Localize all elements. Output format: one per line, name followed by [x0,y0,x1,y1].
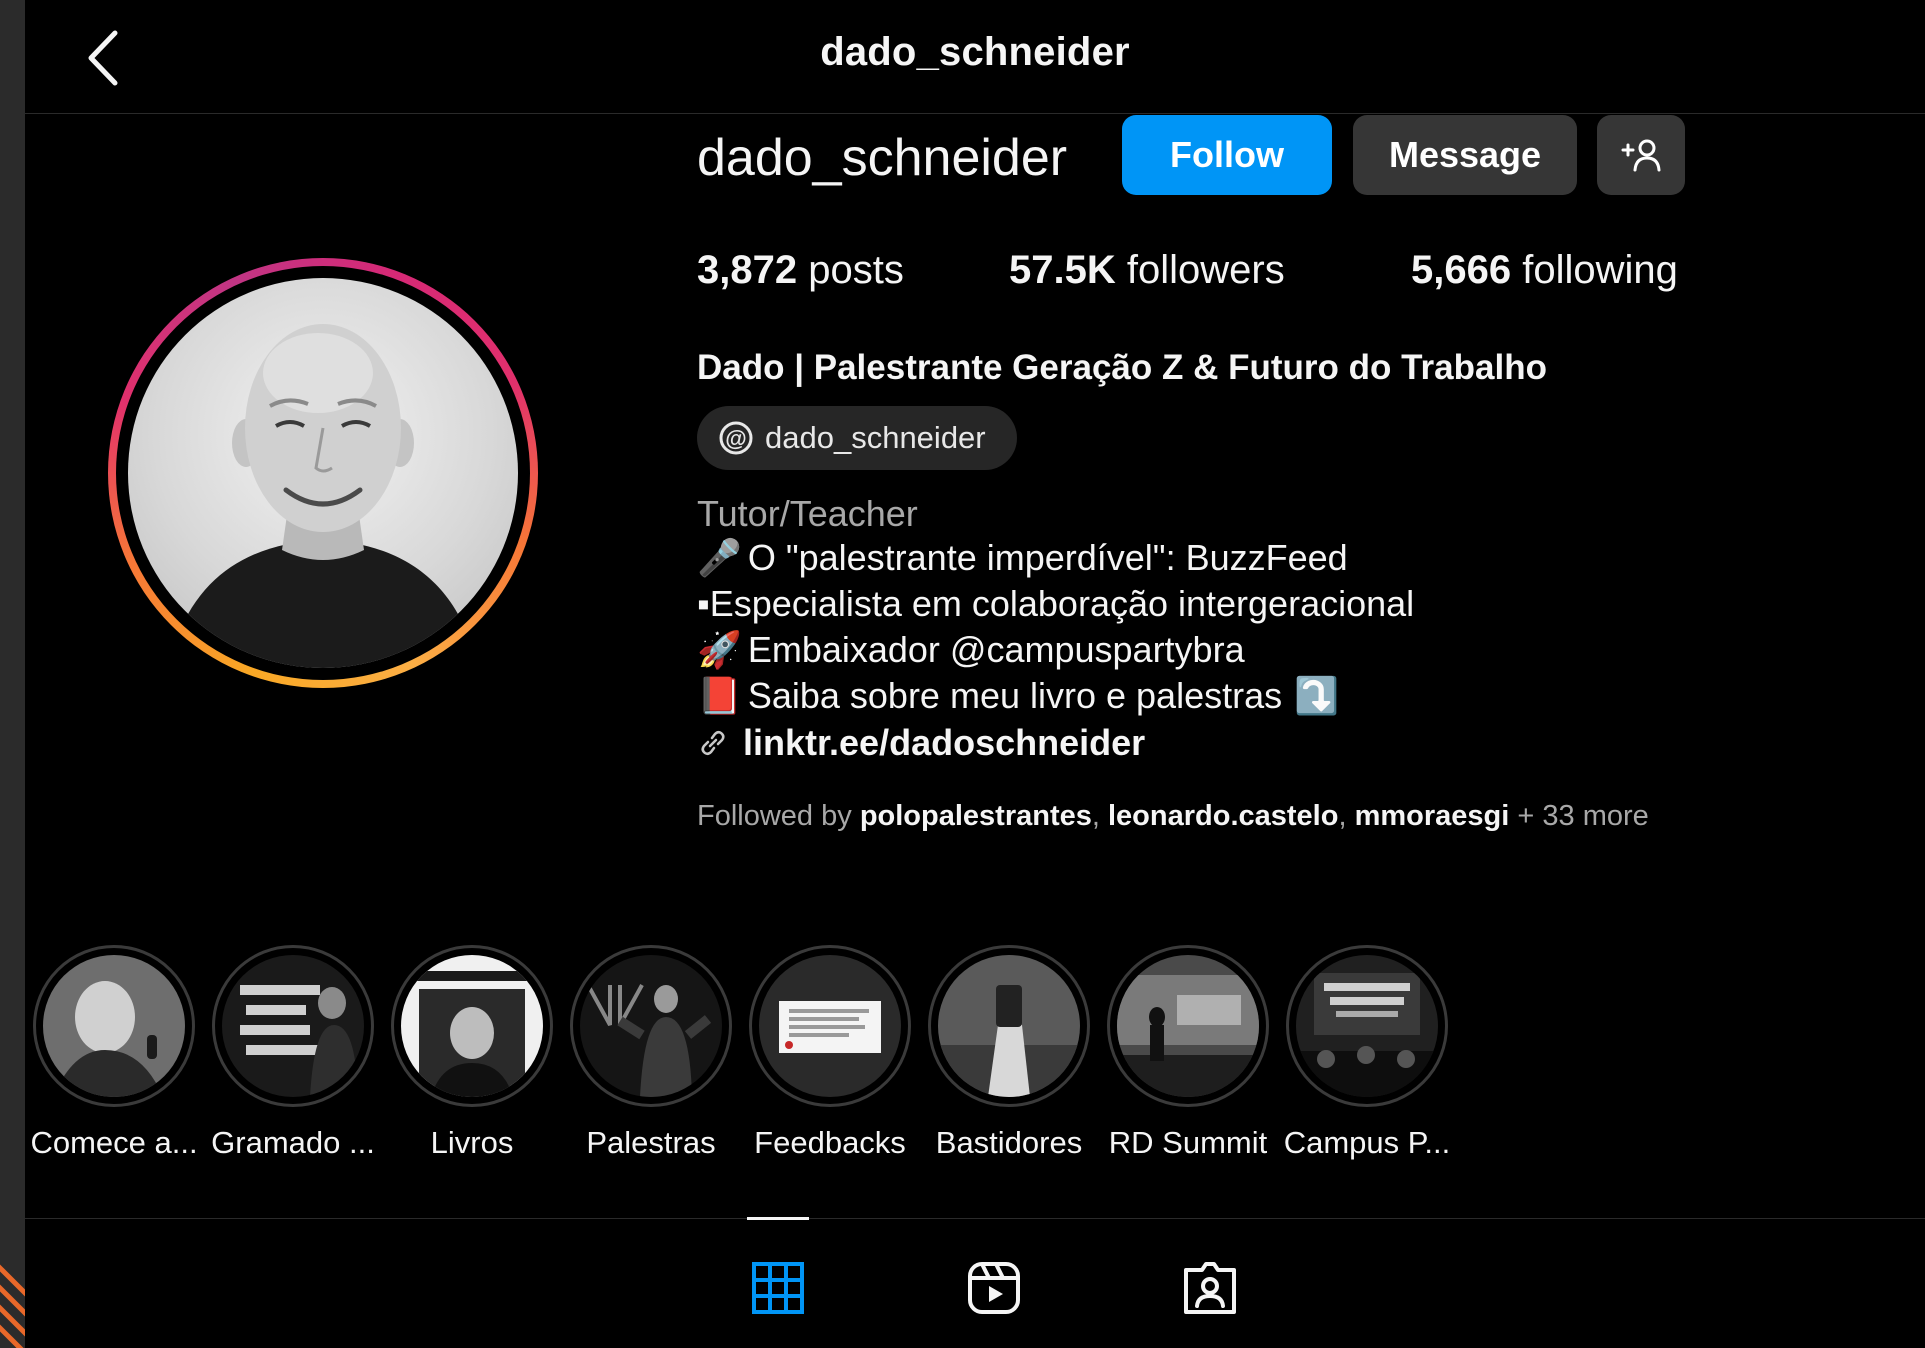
bio-text: Embaixador @campuspartybra [747,629,1245,670]
follower-name: leonardo.castelo [1108,800,1339,832]
posts-stat: 3,872 posts [697,248,904,293]
followed-by-line[interactable]: Followed by polopalestrantes, leonardo.c… [697,800,1649,833]
highlight-item[interactable]: Gramado ... [208,945,378,1161]
link-text: linktr.ee/dadoschneider [743,722,1146,763]
reels-icon [968,1262,1020,1314]
avatar-gap [116,266,530,680]
highlight-label: Livros [430,1125,514,1160]
arrow-down-icon: ⤵️ [1294,675,1339,716]
highlight-label: Bastidores [935,1125,1083,1160]
window-frame-left [0,0,25,1348]
link-icon [701,730,725,756]
page-title: dado_schneider [820,30,1130,74]
svg-text:@: @ [725,426,746,451]
profile-category: Tutor/Teacher [697,493,918,534]
highlight-ring [391,945,553,1107]
follower-name: polopalestrantes [859,800,1092,832]
highlight-cover [938,955,1080,1097]
highlight-label: RD Summit [1108,1125,1268,1160]
suggest-accounts-button[interactable] [1597,115,1685,195]
highlight-ring [1286,945,1448,1107]
highlight-item[interactable]: Livros [387,945,557,1161]
followers-stat[interactable]: 57.5K followers [1009,248,1285,293]
tab-reels[interactable] [964,1258,1024,1318]
tab-posts[interactable] [748,1258,808,1318]
followed-by-more: + 33 more [1517,800,1649,832]
posts-count: 3,872 [697,248,798,292]
highlight-label: Feedbacks [754,1125,906,1160]
highlight-cover [759,955,901,1097]
bio-text: O "palestrante imperdível": BuzzFeed [747,537,1348,578]
highlight-item[interactable]: Bastidores [924,945,1094,1161]
microphone-icon: 🎤 [697,537,742,578]
threads-link-badge[interactable]: @ dado_schneider [697,406,1017,470]
follow-button[interactable]: Follow [1122,115,1332,195]
highlight-item[interactable]: Feedbacks [745,945,915,1161]
highlight-item[interactable]: Palestras [566,945,736,1161]
posts-label: posts [808,248,904,292]
following-count: 5,666 [1411,248,1512,292]
add-person-icon [1621,139,1661,172]
bio-line-4: 📕 Saiba sobre meu livro e palestras ⤵️ [697,675,1345,717]
tagged-icon [1184,1262,1236,1314]
highlight-item[interactable]: RD Summit [1103,945,1273,1161]
bio-line-2: ▪Especialista em colaboração intergeraci… [697,583,1414,625]
highlight-cover [222,955,364,1097]
threads-handle: dado_schneider [765,420,986,455]
followed-by-prefix: Followed by [697,800,852,832]
highlight-label: Comece a... [30,1125,198,1160]
bio-text: ▪Especialista em colaboração intergeraci… [697,583,1415,624]
highlight-ring [570,945,732,1107]
profile-username: dado_schneider [697,129,1068,187]
followers-label: followers [1126,248,1285,292]
profile-page: dado_schneider dado_schneider Follow Mes… [25,0,1925,1348]
highlight-ring [928,945,1090,1107]
highlight-label: Palestras [586,1125,716,1160]
bio-line-1: 🎤 O "palestrante imperdível": BuzzFeed [697,537,1348,579]
highlight-item[interactable]: Campus P... [1282,945,1452,1161]
follower-name: mmoraesgi [1354,800,1510,832]
followers-count: 57.5K [1009,248,1116,292]
message-button[interactable]: Message [1353,115,1577,195]
highlight-cover [401,955,543,1097]
book-icon: 📕 [697,675,742,716]
following-label: following [1522,248,1678,292]
highlight-ring [212,945,374,1107]
threads-icon: @ [719,421,753,455]
highlight-cover [1296,955,1438,1097]
highlight-ring [1107,945,1269,1107]
bio-line-3: 🚀 Embaixador @campuspartybra [697,629,1245,671]
highlight-cover [580,955,722,1097]
profile-full-name: Dado | Palestrante Geração Z & Futuro do… [697,348,1547,387]
following-stat[interactable]: 5,666 following [1411,248,1678,293]
highlight-label: Campus P... [1283,1125,1451,1160]
bio-text: Saiba sobre meu livro e palestras [747,675,1283,716]
highlight-cover [43,955,185,1097]
avatar [128,278,518,668]
profile-external-link[interactable]: linktr.ee/dadoschneider [697,722,1145,764]
highlight-cover [1117,955,1259,1097]
highlight-item[interactable]: Comece a... [29,945,199,1161]
grid-icon [752,1262,804,1314]
tabs-divider [25,1218,1925,1219]
active-tab-indicator [747,1217,809,1220]
highlight-ring [33,945,195,1107]
tab-tagged[interactable] [1180,1258,1240,1318]
top-bar: dado_schneider [25,0,1925,114]
rocket-icon: 🚀 [697,629,742,670]
highlight-ring [749,945,911,1107]
avatar-story-ring[interactable] [108,258,538,688]
highlight-label: Gramado ... [211,1125,375,1160]
